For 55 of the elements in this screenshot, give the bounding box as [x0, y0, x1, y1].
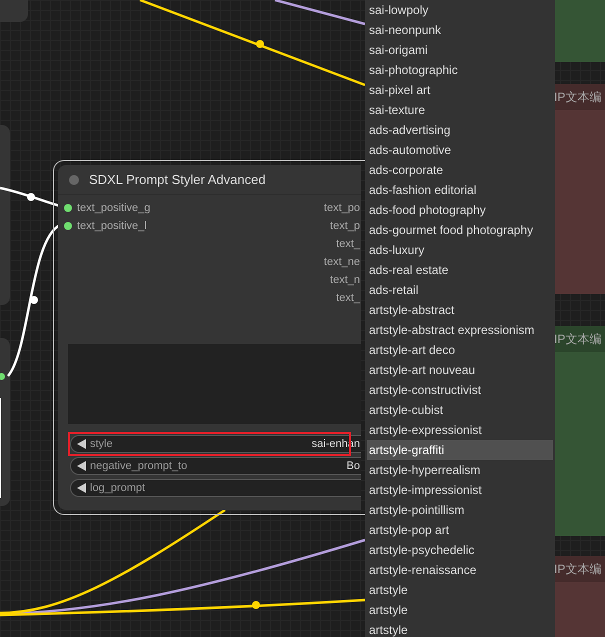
menu-item[interactable]: ads-luxury — [367, 240, 553, 260]
wire-midpoint-dot[interactable] — [30, 296, 38, 304]
menu-item[interactable]: artstyle-art nouveau — [367, 360, 553, 380]
menu-item[interactable]: ads-retail — [367, 280, 553, 300]
menu-item[interactable]: sai-photographic — [367, 60, 553, 80]
left-triangle-icon[interactable] — [77, 483, 86, 493]
menu-item[interactable]: artstyle-psychedelic — [367, 540, 553, 560]
input-label: text_positive_l — [77, 218, 147, 234]
menu-item[interactable]: ads-advertising — [367, 120, 553, 140]
wire — [0, 186, 60, 208]
menu-item[interactable]: sai-texture — [367, 100, 553, 120]
menu-item[interactable]: ads-corporate — [367, 160, 553, 180]
menu-item[interactable]: artstyle-graffiti — [367, 440, 553, 460]
widget-label: style — [90, 436, 114, 452]
menu-item[interactable]: ads-gourmet food photography — [367, 220, 553, 240]
wire-midpoint-dot[interactable] — [27, 193, 35, 201]
menu-item[interactable]: ads-automotive — [367, 140, 553, 160]
output-label: text_ne — [324, 255, 360, 270]
menu-item[interactable]: artstyle-pointillism — [367, 500, 553, 520]
menu-item[interactable]: artstyle-expressionist — [367, 420, 553, 440]
menu-item[interactable]: artstyle-pop art — [367, 520, 553, 540]
menu-item[interactable]: ads-food photography — [367, 200, 553, 220]
node-title: SDXL Prompt Styler Advanced — [89, 170, 266, 189]
combo-widget[interactable]: log_prompt — [70, 479, 361, 497]
menu-item[interactable]: artstyle-renaissance — [367, 560, 553, 580]
menu-item[interactable]: sai-lowpoly — [367, 0, 553, 20]
output-label: text_ — [336, 237, 360, 252]
output-label: text_p — [330, 219, 360, 234]
menu-item[interactable]: ads-real estate — [367, 260, 553, 280]
menu-item[interactable]: artstyle-abstract — [367, 300, 553, 320]
menu-item[interactable]: sai-neonpunk — [367, 20, 553, 40]
output-label: text_po — [324, 201, 360, 216]
combo-widget[interactable]: negative_prompt_to Bo — [70, 457, 361, 475]
menu-item[interactable]: artstyle — [367, 600, 553, 620]
menu-item[interactable]: artstyle-abstract expressionism — [367, 320, 553, 340]
menu-item[interactable]: ads-fashion editorial — [367, 180, 553, 200]
menu-item[interactable]: sai-origami — [367, 40, 553, 60]
menu-item[interactable]: artstyle-art deco — [367, 340, 553, 360]
wire-midpoint-dot[interactable] — [256, 40, 264, 48]
menu-item[interactable]: artstyle — [367, 620, 553, 637]
menu-item[interactable]: artstyle-impressionist — [367, 480, 553, 500]
widget-label: log_prompt — [90, 480, 146, 496]
widget-label: negative_prompt_to — [90, 458, 188, 474]
wire-midpoint-dot[interactable] — [252, 601, 260, 609]
left-triangle-icon[interactable] — [77, 439, 86, 449]
menu-item[interactable]: artstyle-constructivist — [367, 380, 553, 400]
output-label: text_n — [330, 273, 360, 288]
input-label: text_positive_g — [77, 200, 150, 216]
output-label: text_ — [336, 291, 360, 306]
widget-value: Bo — [346, 458, 360, 474]
menu-item[interactable]: artstyle — [367, 580, 553, 600]
menu-item[interactable]: sai-pixel art — [367, 80, 553, 100]
menu-item[interactable]: artstyle-hyperrealism — [367, 460, 553, 480]
left-triangle-icon[interactable] — [77, 461, 86, 471]
menu-item[interactable]: artstyle-cubist — [367, 400, 553, 420]
